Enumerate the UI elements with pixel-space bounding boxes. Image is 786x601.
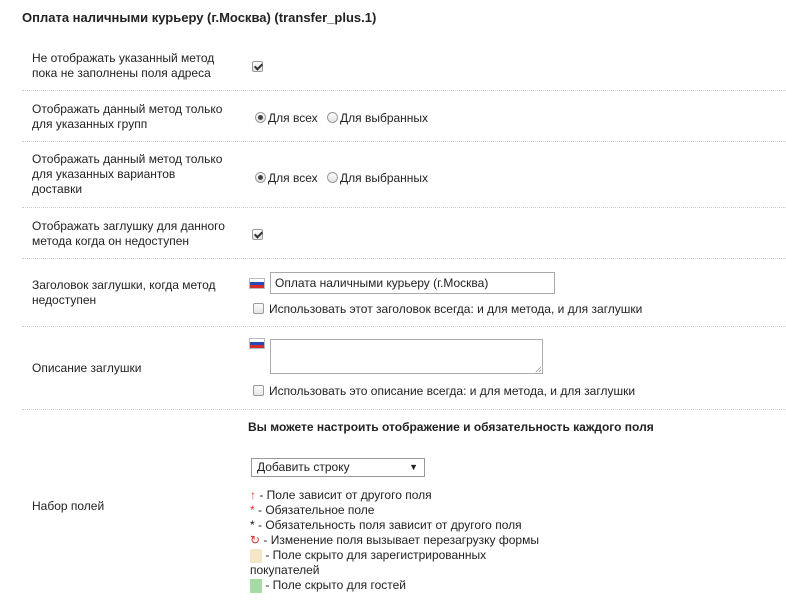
row-hide-until-address: Не отображать указанный метод пока не за… [22, 42, 786, 91]
stub-desc-textarea[interactable] [270, 339, 543, 374]
ru-flag-icon [249, 278, 265, 289]
stub-title-always-checkbox[interactable] [253, 303, 264, 315]
option-label: Для выбранных [340, 110, 429, 125]
label-line: пока не заполнены поля адреса [32, 66, 211, 80]
label-line: Описание заглушки [32, 361, 142, 375]
stub-desc-always-checkbox[interactable] [253, 385, 264, 397]
row-stub: Отображать заглушку для данного метода к… [22, 208, 786, 259]
groups-radio-selected[interactable] [327, 112, 338, 124]
legend-item-hidden-guests: - Поле скрыто для гостей [250, 578, 406, 593]
delivery-radio-all[interactable] [255, 172, 266, 184]
page-title: Оплата наличными курьеру (г.Москва) (tra… [22, 10, 377, 25]
legend-text: - Поле скрыто для зарегистрированных [265, 548, 487, 562]
delivery-option-selected[interactable]: Для выбранных [327, 170, 428, 185]
row-label: Отображать данный метод только для указа… [32, 152, 222, 197]
row-label: Отображать данный метод только для указа… [32, 102, 222, 132]
label-line: доставки [32, 182, 83, 196]
legend-text: - Поле зависит от другого поля [259, 488, 432, 502]
select-value: Добавить строку [257, 460, 350, 474]
delivery-option-all[interactable]: Для всех [255, 170, 318, 185]
legend-text: - Обязательность поля зависит от другого… [258, 518, 522, 532]
label-line: для указанных групп [32, 117, 148, 131]
label-line: Заголовок заглушки, когда метод [32, 278, 216, 292]
legend-text: - Обязательное поле [258, 503, 375, 517]
row-fields: Набор полей Вы можете настроить отображе… [22, 410, 786, 601]
fields-heading: Вы можете настроить отображение и обязат… [248, 420, 654, 434]
label-line: Не отображать указанный метод [32, 51, 215, 65]
label-line: Отображать данный метод только [32, 152, 223, 166]
hide-until-address-checkbox[interactable] [252, 61, 263, 73]
beige-swatch-icon [250, 548, 262, 563]
legend-item-required-depends: * - Обязательность поля зависит от друго… [250, 518, 522, 533]
groups-option-all[interactable]: Для всех [255, 110, 318, 125]
groups-radio-all[interactable] [255, 112, 266, 124]
asterisk-red-icon: * [250, 503, 255, 517]
row-label: Не отображать указанный метод пока не за… [32, 51, 214, 81]
label-line: Отображать данный метод только [32, 102, 223, 116]
legend-text: - Поле скрыто для гостей [265, 578, 406, 592]
reload-icon: ↻ [250, 533, 261, 547]
row-stub-desc: Описание заглушки Использовать это описа… [22, 327, 786, 410]
stub-desc-always-option[interactable]: Использовать это описание всегда: и для … [253, 383, 635, 398]
groups-option-selected[interactable]: Для выбранных [327, 110, 428, 125]
row-groups: Отображать данный метод только для указа… [22, 91, 786, 142]
label-line: Отображать заглушку для данного [32, 219, 225, 233]
option-label: Для выбранных [340, 170, 429, 185]
option-label: Использовать это описание всегда: и для … [269, 383, 636, 398]
stub-checkbox[interactable] [252, 229, 263, 241]
label-line: Набор полей [32, 499, 105, 513]
legend-text: покупателей [250, 563, 320, 577]
ru-flag-icon [249, 338, 265, 349]
row-label: Набор полей [32, 499, 104, 514]
green-swatch-icon [250, 578, 262, 593]
legend-item-required: * - Обязательное поле [250, 503, 374, 518]
option-label: Для всех [268, 110, 318, 125]
stub-title-always-option[interactable]: Использовать этот заголовок всегда: и дл… [253, 301, 642, 316]
chevron-down-icon: ▼ [409, 462, 418, 472]
row-delivery: Отображать данный метод только для указа… [22, 142, 786, 208]
asterisk-icon: * [250, 518, 255, 532]
legend-item-reload: ↻ - Изменение поля вызывает перезагрузку… [250, 533, 539, 548]
label-line: для указанных вариантов [32, 167, 176, 181]
label-line: недоступен [32, 293, 97, 307]
row-stub-title: Заголовок заглушки, когда метод недоступ… [22, 259, 786, 327]
legend-item-hidden-registered: - Поле скрыто для зарегистрированных [250, 548, 486, 563]
label-line: метода когда он недоступен [32, 234, 189, 248]
legend-text: - Изменение поля вызывает перезагрузку ф… [263, 533, 539, 547]
row-label: Описание заглушки [32, 361, 141, 376]
arrow-up-icon: ↑ [250, 488, 256, 502]
stub-title-input[interactable]: Оплата наличными курьеру (г.Москва) [270, 272, 555, 294]
add-row-select[interactable]: Добавить строку ▼ [251, 458, 425, 477]
row-label: Отображать заглушку для данного метода к… [32, 219, 225, 249]
delivery-radio-selected[interactable] [327, 172, 338, 184]
option-label: Использовать этот заголовок всегда: и дл… [269, 301, 643, 316]
option-label: Для всех [268, 170, 318, 185]
legend-item-depends: ↑ - Поле зависит от другого поля [250, 488, 432, 503]
row-label: Заголовок заглушки, когда метод недоступ… [32, 278, 216, 308]
legend-item-hidden-registered-cont: покупателей [250, 563, 319, 578]
